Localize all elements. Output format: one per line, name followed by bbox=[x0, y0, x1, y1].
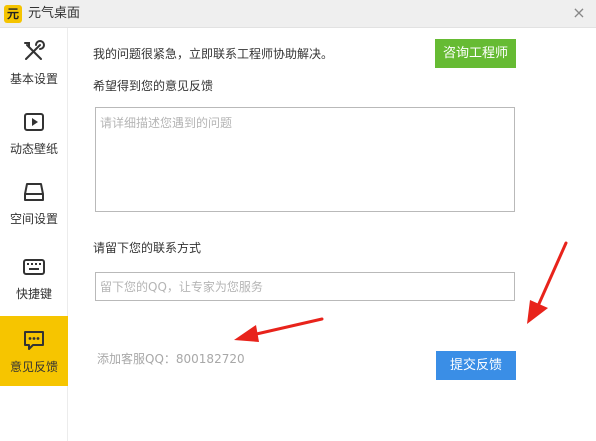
play-icon bbox=[24, 113, 44, 131]
contact-input[interactable] bbox=[95, 272, 515, 301]
drive-icon bbox=[24, 183, 44, 201]
sidebar-item-feedback[interactable]: 意见反馈 bbox=[0, 316, 68, 386]
feedback-window: 元 元气桌面 × 基本设置 动态壁纸 空间设置 快捷键 意见反馈 我的问题很紧急… bbox=[0, 0, 596, 441]
consult-engineer-button[interactable]: 咨询工程师 bbox=[435, 39, 516, 68]
window-title: 元气桌面 bbox=[28, 6, 81, 21]
sidebar-item-shortcuts[interactable]: 快捷键 bbox=[0, 243, 68, 313]
urgent-help-text: 我的问题很紧急，立即联系工程师协助解决。 bbox=[93, 47, 334, 61]
customer-service-qq: 添加客服QQ：800182720 bbox=[97, 352, 245, 366]
close-button[interactable]: × bbox=[570, 4, 588, 22]
feedback-textarea[interactable] bbox=[95, 107, 515, 212]
chat-icon bbox=[24, 331, 44, 350]
sidebar-item-basic-settings[interactable]: 基本设置 bbox=[0, 28, 68, 98]
tools-icon bbox=[24, 40, 45, 60]
keyboard-icon bbox=[23, 259, 45, 275]
submit-feedback-button[interactable]: 提交反馈 bbox=[436, 351, 516, 380]
feedback-section-title: 希望得到您的意见反馈 bbox=[93, 79, 214, 93]
sidebar-item-dynamic-wallpaper[interactable]: 动态壁纸 bbox=[0, 98, 68, 168]
sidebar-item-label: 空间设置 bbox=[9, 212, 58, 226]
app-logo-icon: 元 bbox=[4, 5, 22, 23]
feedback-panel: 我的问题很紧急，立即联系工程师协助解决。 咨询工程师 希望得到您的意见反馈 请留… bbox=[68, 28, 596, 441]
title-bar: 元 元气桌面 × bbox=[0, 0, 596, 28]
sidebar-item-label: 意见反馈 bbox=[9, 360, 58, 374]
sidebar-item-label: 快捷键 bbox=[15, 287, 52, 301]
contact-section-title: 请留下您的联系方式 bbox=[93, 241, 202, 255]
sidebar-item-label: 动态壁纸 bbox=[9, 142, 58, 156]
sidebar-item-space-settings[interactable]: 空间设置 bbox=[0, 168, 68, 238]
sidebar-item-label: 基本设置 bbox=[9, 72, 58, 86]
sidebar: 基本设置 动态壁纸 空间设置 快捷键 意见反馈 bbox=[0, 28, 68, 441]
